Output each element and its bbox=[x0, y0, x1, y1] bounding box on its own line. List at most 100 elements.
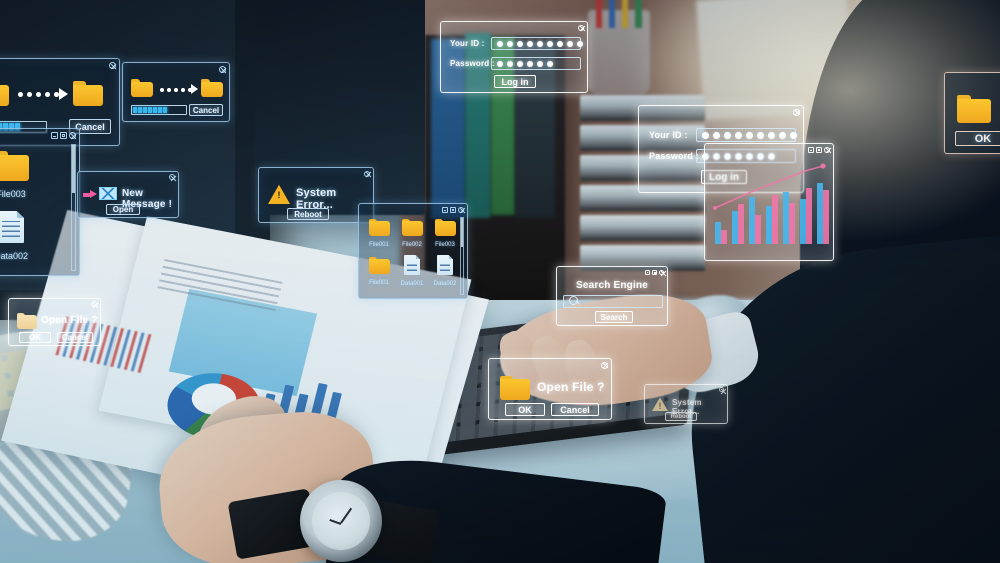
chart-bar-b bbox=[823, 190, 829, 244]
chart-bar-b bbox=[806, 187, 812, 244]
search-engine-window[interactable]: Search Engine Search bbox=[556, 266, 668, 326]
reboot-button[interactable]: Reboot bbox=[287, 208, 329, 220]
analytics-chart-window[interactable] bbox=[704, 143, 834, 261]
minimize-icon[interactable] bbox=[51, 132, 58, 139]
warning-triangle-icon bbox=[268, 184, 290, 204]
close-icon[interactable] bbox=[601, 361, 608, 369]
login-button[interactable]: Log in bbox=[494, 75, 536, 88]
list-item[interactable]: File001 bbox=[363, 257, 395, 286]
ok-dialog-right[interactable]: OK bbox=[944, 72, 1000, 154]
folder-icon bbox=[73, 81, 103, 106]
ok-button[interactable]: OK bbox=[19, 332, 51, 343]
search-engine-title: Search Engine bbox=[575, 280, 649, 291]
search-button[interactable]: Search bbox=[595, 311, 633, 323]
file-copy-window-top[interactable]: Cancel bbox=[122, 62, 230, 122]
folder-icon bbox=[368, 219, 390, 236]
login-label: Log in bbox=[501, 76, 529, 87]
chart-bar-b bbox=[738, 204, 744, 244]
minimize-icon[interactable] bbox=[645, 269, 650, 275]
cancel-button[interactable]: Cancel bbox=[57, 332, 93, 343]
cancel-label: Cancel bbox=[61, 333, 89, 342]
login-dialog-top[interactable]: Your ID : Password : Log in bbox=[440, 21, 588, 93]
maximize-icon[interactable] bbox=[816, 146, 822, 153]
maximize-icon[interactable] bbox=[60, 132, 67, 139]
system-error-dialog[interactable]: System Error... Reboot bbox=[258, 167, 374, 223]
maximize-icon[interactable] bbox=[652, 269, 657, 275]
titlebar bbox=[359, 204, 467, 215]
minimize-icon[interactable] bbox=[442, 206, 448, 213]
folder-icon bbox=[201, 79, 223, 97]
open-file-dialog-left[interactable]: Open File ? OK Cancel bbox=[8, 298, 101, 346]
titlebar bbox=[441, 22, 587, 33]
search-input[interactable] bbox=[563, 295, 663, 308]
titlebar bbox=[0, 129, 79, 142]
list-item-label: Data002 bbox=[433, 281, 457, 287]
chart-plot-area bbox=[713, 180, 829, 244]
document-icon bbox=[437, 255, 453, 275]
folder-icon bbox=[0, 151, 29, 181]
close-icon[interactable] bbox=[109, 62, 116, 69]
ok-label: OK bbox=[518, 404, 532, 415]
your-id-input[interactable] bbox=[491, 37, 583, 50]
list-item-label: Data002 bbox=[0, 251, 29, 261]
close-icon[interactable] bbox=[458, 206, 464, 213]
your-id-label: Your ID : bbox=[649, 130, 688, 140]
list-item-label: File003 bbox=[435, 242, 455, 248]
folder-icon bbox=[368, 257, 390, 274]
close-icon[interactable] bbox=[824, 146, 830, 153]
your-id-input[interactable] bbox=[696, 128, 797, 142]
close-icon[interactable] bbox=[364, 170, 370, 177]
chart-bar-b bbox=[755, 214, 761, 244]
new-message-dialog[interactable]: New Message ! Open bbox=[77, 171, 179, 218]
list-item-label: File001 bbox=[369, 242, 389, 248]
chart-bar-b bbox=[789, 203, 795, 244]
close-icon[interactable] bbox=[578, 24, 584, 31]
folder-icon bbox=[17, 313, 37, 329]
titlebar bbox=[0, 59, 119, 72]
list-item[interactable]: File003 bbox=[0, 151, 37, 199]
progress-bar bbox=[131, 105, 187, 115]
your-id-label: Your ID : bbox=[450, 39, 485, 48]
cancel-button[interactable]: Cancel bbox=[551, 403, 599, 416]
open-button[interactable]: Open bbox=[106, 204, 140, 215]
system-error-dialog-small[interactable]: System Error... Reboot bbox=[644, 384, 728, 424]
folder-icon bbox=[131, 79, 153, 97]
file-explorer-center[interactable]: File001 File002 File003 File001 Data001 … bbox=[358, 203, 468, 299]
password-input[interactable] bbox=[491, 57, 581, 70]
list-item[interactable]: File003 bbox=[429, 219, 461, 248]
close-icon[interactable] bbox=[91, 301, 97, 307]
document-icon bbox=[0, 211, 24, 243]
close-icon[interactable] bbox=[719, 387, 724, 392]
maximize-icon[interactable] bbox=[450, 206, 456, 213]
list-item[interactable]: File002 bbox=[396, 219, 428, 248]
list-item[interactable]: Data002 bbox=[429, 255, 461, 287]
open-label: Open bbox=[112, 205, 134, 214]
ok-button[interactable]: OK bbox=[955, 131, 1000, 146]
ok-label: OK bbox=[29, 333, 41, 342]
cancel-label: Cancel bbox=[192, 105, 220, 115]
copy-arrow-head bbox=[191, 84, 198, 94]
screenshot-stage: Cancel Cancel ile003 ata002 New Message … bbox=[0, 0, 1000, 563]
search-icon bbox=[569, 296, 580, 307]
folder-icon bbox=[401, 219, 423, 236]
folder-icon bbox=[434, 219, 456, 236]
scrollbar[interactable] bbox=[71, 144, 76, 271]
list-item[interactable]: File001 bbox=[363, 219, 395, 248]
list-item[interactable]: Data002 bbox=[0, 211, 37, 261]
folder-icon bbox=[0, 81, 9, 106]
list-item[interactable]: Data001 bbox=[396, 255, 428, 287]
reboot-button[interactable]: Reboot bbox=[665, 412, 697, 421]
open-file-dialog-center[interactable]: Open File ? OK Cancel bbox=[488, 358, 612, 420]
cancel-label: Cancel bbox=[560, 404, 590, 415]
close-icon[interactable] bbox=[659, 269, 664, 275]
close-icon[interactable] bbox=[69, 132, 76, 139]
list-item-label: File002 bbox=[402, 242, 422, 248]
close-icon[interactable] bbox=[219, 66, 226, 73]
close-icon[interactable] bbox=[169, 174, 175, 180]
reboot-label: Reboot bbox=[670, 413, 692, 420]
minimize-icon[interactable] bbox=[808, 146, 814, 153]
close-icon[interactable] bbox=[793, 108, 800, 116]
cancel-button[interactable]: Cancel bbox=[189, 104, 223, 116]
file-explorer-left[interactable]: File003 Data002 bbox=[0, 128, 80, 276]
ok-button[interactable]: OK bbox=[505, 403, 545, 416]
